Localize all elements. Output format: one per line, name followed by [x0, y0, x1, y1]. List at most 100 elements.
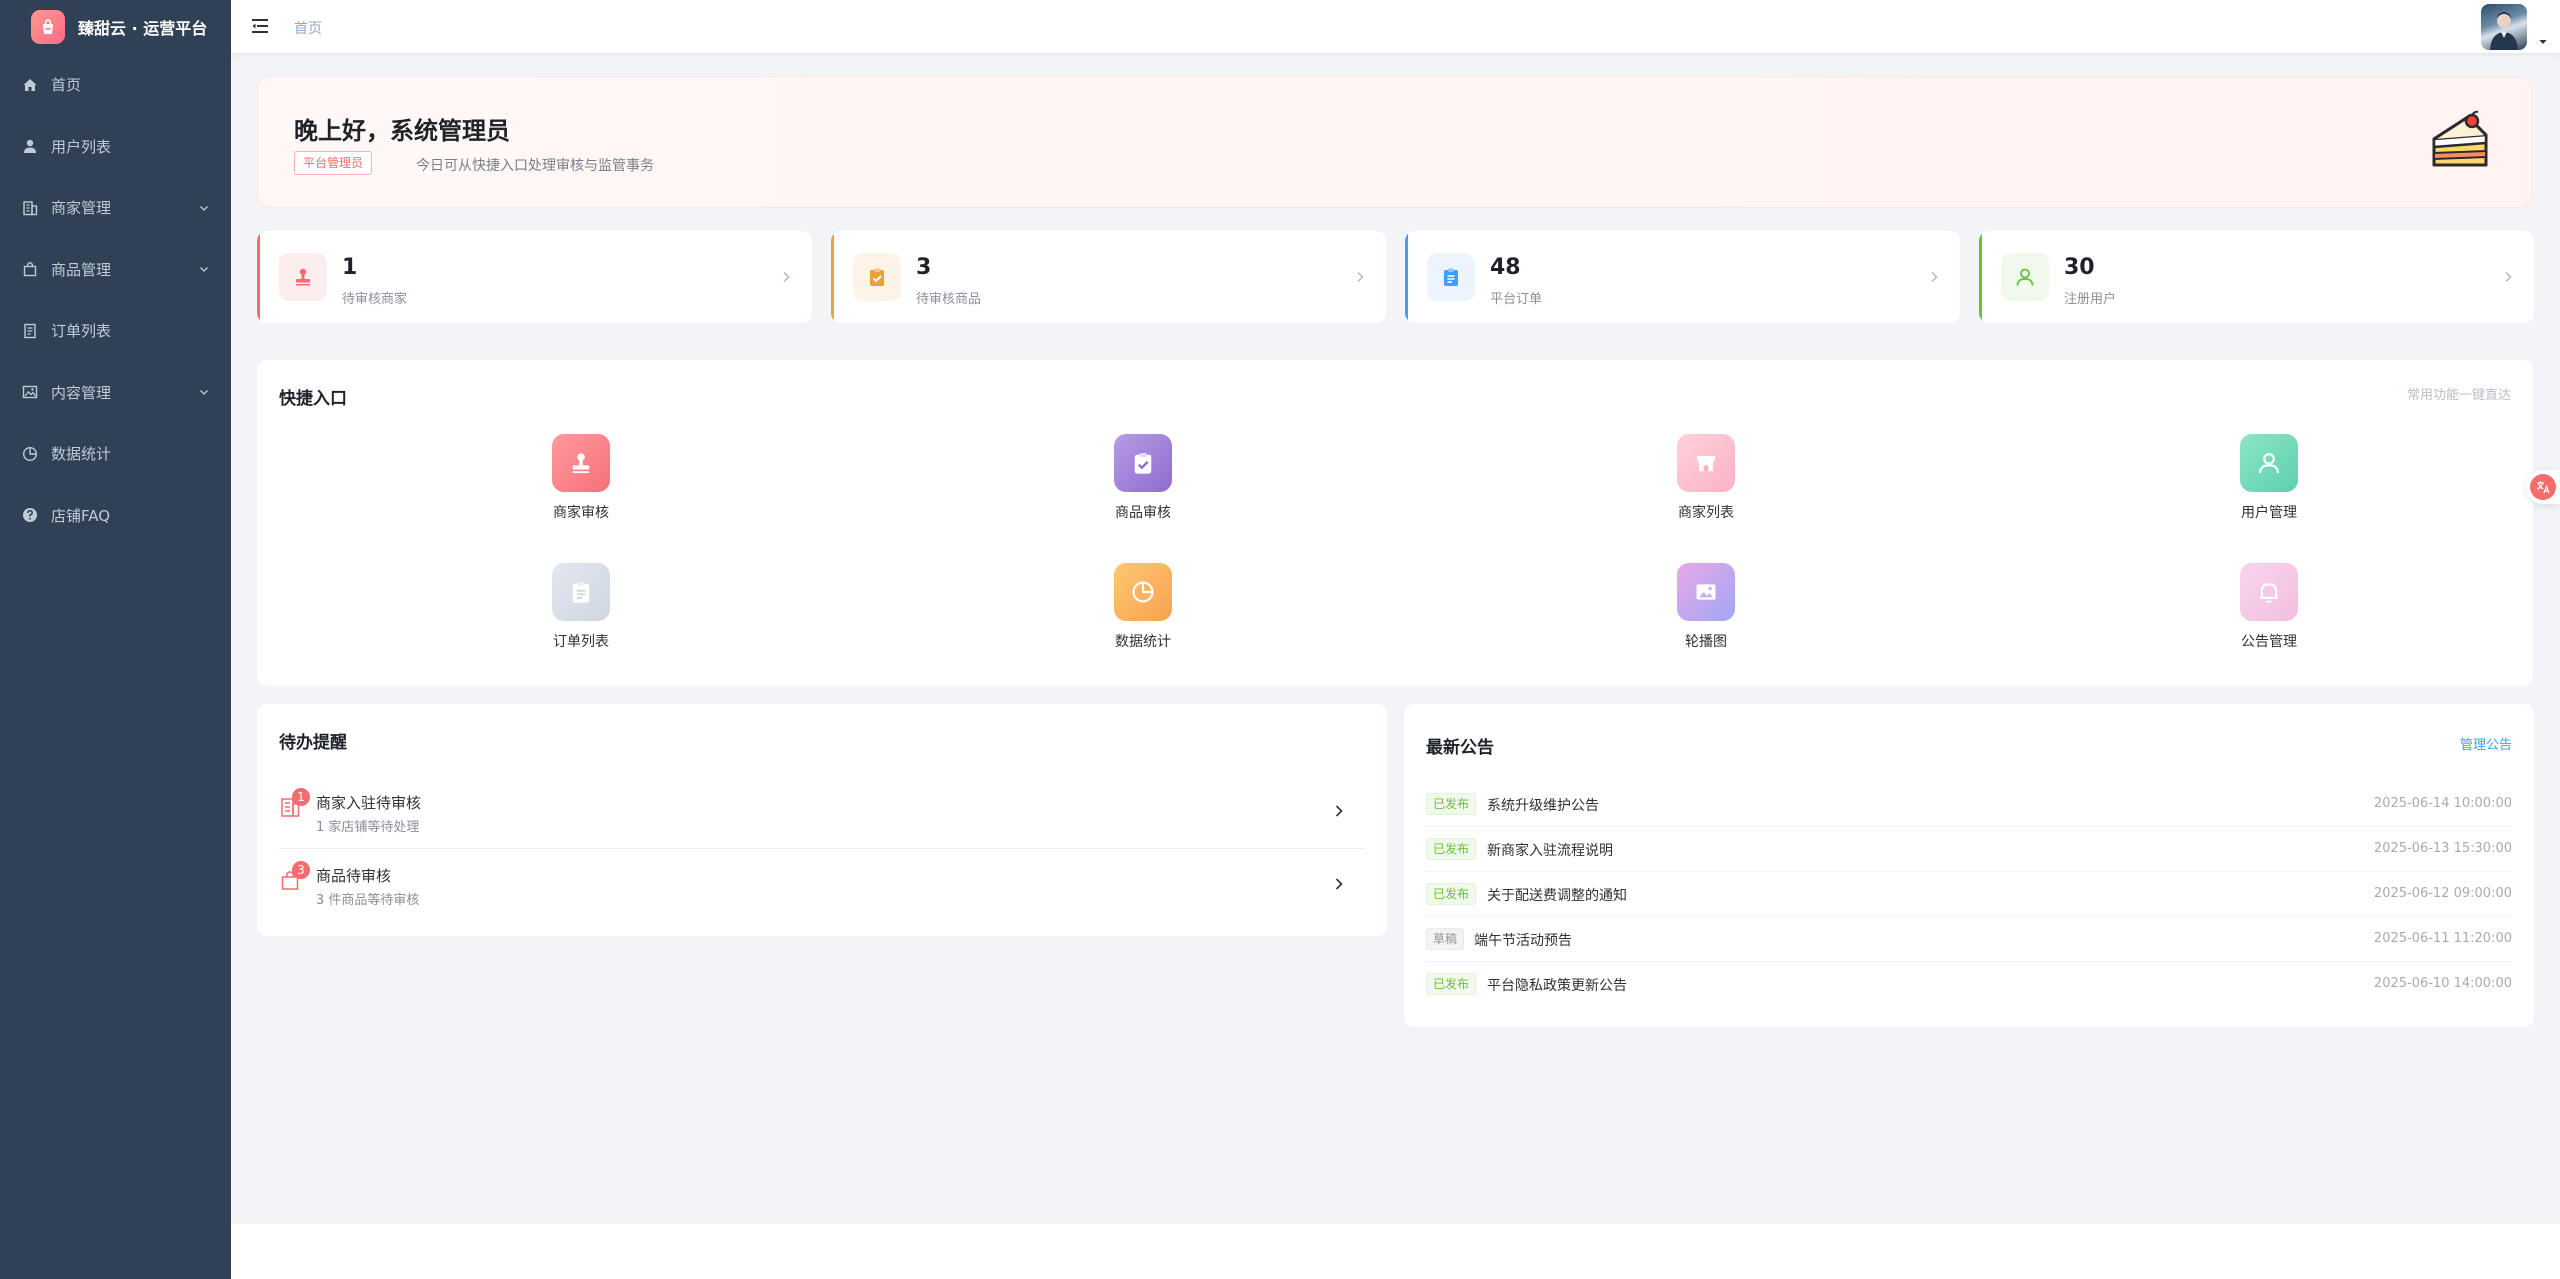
quick-item-carousel[interactable]: 轮播图: [1646, 563, 1766, 651]
todo-item-subtitle: 1 家店铺等待处理: [316, 820, 420, 835]
user-icon: [2240, 434, 2298, 492]
announcement-date: 2025-06-11 11:20:00: [2373, 931, 2512, 946]
question-icon: [21, 506, 39, 524]
chevron-right-icon: [1331, 803, 1347, 819]
stat-value: 48: [1490, 255, 1521, 280]
bell-icon: [2240, 563, 2298, 621]
welcome-banner: 晚上好，系统管理员 平台管理员 今日可从快捷入口处理审核与监管事务: [257, 76, 2533, 208]
stat-accent-bar: [831, 231, 834, 323]
sidebar-item-orders[interactable]: 订单列表: [0, 300, 231, 362]
quick-item-label: 订单列表: [553, 634, 609, 650]
welcome-greeting: 晚上好，系统管理员: [294, 117, 510, 145]
todo-panel: 待办提醒 1 商家入驻待审核 1 家店铺等待处理 3 商品待审核 3 件商品等待…: [257, 704, 1387, 936]
clipboard-icon: [1427, 253, 1475, 301]
document-icon: [21, 322, 39, 340]
building-icon: [21, 199, 39, 217]
role-tag: 平台管理员: [294, 151, 373, 175]
stat-accent-bar: [257, 231, 260, 323]
stat-value: 1: [342, 255, 358, 280]
sidebar-item-content[interactable]: 内容管理: [0, 362, 231, 424]
quick-item-label: 商家审核: [553, 505, 609, 521]
stat-label: 待审核商品: [916, 292, 982, 307]
chevron-right-icon: [1331, 876, 1347, 892]
translate-float-button[interactable]: [2526, 470, 2560, 504]
sidebar-item-label: 内容管理: [51, 383, 112, 402]
stat-value: 30: [2064, 255, 2095, 280]
stat-card-orders[interactable]: 48 平台订单: [1405, 231, 1960, 323]
cake-icon: [2428, 109, 2492, 173]
collapse-menu-icon[interactable]: [250, 16, 270, 36]
quick-item-user-management[interactable]: 用户管理: [2209, 434, 2329, 522]
announcement-date: 2025-06-13 15:30:00: [2373, 841, 2512, 856]
home-icon: [21, 76, 39, 94]
sidebar-item-statistics[interactable]: 数据统计: [0, 423, 231, 485]
chevron-right-icon: [2500, 269, 2516, 285]
sidebar-item-merchant[interactable]: 商家管理: [0, 177, 231, 239]
sidebar-item-home[interactable]: 首页: [0, 54, 231, 116]
breadcrumb[interactable]: 首页: [294, 18, 322, 38]
todo-item-product[interactable]: 3 商品待审核 3 件商品等待审核: [279, 849, 1365, 921]
quick-item-statistics[interactable]: 数据统计: [1083, 563, 1203, 651]
todo-item-merchant[interactable]: 1 商家入驻待审核 1 家店铺等待处理: [279, 776, 1365, 848]
chevron-right-icon: [778, 269, 794, 285]
quick-item-merchant-review[interactable]: 商家审核: [521, 434, 641, 522]
announcement-row[interactable]: 已发布 关于配送费调整的通知 2025-06-12 09:00:00: [1426, 872, 2512, 917]
caret-down-icon[interactable]: [2538, 32, 2548, 44]
quick-item-order-list[interactable]: 订单列表: [521, 563, 641, 651]
chevron-down-icon: [198, 202, 210, 214]
stat-value: 3: [916, 255, 932, 280]
status-badge: 已发布: [1426, 793, 1477, 815]
sidebar-item-user-list[interactable]: 用户列表: [0, 116, 231, 178]
manage-announcements-link[interactable]: 管理公告: [2460, 734, 2512, 753]
sidebar-item-product[interactable]: 商品管理: [0, 239, 231, 301]
sidebar-item-label: 用户列表: [51, 137, 112, 156]
quick-entry-panel: 快捷入口 常用功能一键直达 商家审核 商品审核 商家列表 用户管理 订单列表 数…: [257, 360, 2533, 686]
quick-item-label: 商家列表: [1678, 505, 1734, 521]
avatar[interactable]: [2481, 4, 2527, 50]
quick-item-merchant-list[interactable]: 商家列表: [1646, 434, 1766, 522]
announcement-row[interactable]: 已发布 新商家入驻流程说明 2025-06-13 15:30:00: [1426, 827, 2512, 872]
sidebar: 臻甜云 · 运营平台 首页 用户列表 商家管理 商品管理 订单列表 内容管理 数…: [0, 0, 231, 1279]
sidebar-item-label: 首页: [51, 76, 82, 95]
stat-label: 待审核商家: [342, 292, 408, 307]
announcement-row[interactable]: 已发布 系统升级维护公告 2025-06-14 10:00:00: [1426, 782, 2512, 827]
brand[interactable]: 臻甜云 · 运营平台: [0, 0, 231, 54]
clipboard-icon: [552, 563, 610, 621]
quick-entry-title: 快捷入口: [279, 389, 347, 409]
announcement-item-title: 新商家入驻流程说明: [1487, 843, 1613, 859]
stat-card-pending-products[interactable]: 3 待审核商品: [831, 231, 1386, 323]
announcement-item-title: 端午节活动预告: [1474, 933, 1572, 949]
announcement-row[interactable]: 已发布 平台隐私政策更新公告 2025-06-10 14:00:00: [1426, 962, 2512, 1007]
status-badge: 已发布: [1426, 973, 1477, 995]
user-icon: [21, 137, 39, 155]
stat-card-pending-merchants[interactable]: 1 待审核商家: [257, 231, 812, 323]
stamp-icon: [279, 253, 327, 301]
sidebar-item-label: 商品管理: [51, 260, 112, 279]
quick-item-label: 用户管理: [2241, 505, 2297, 521]
announcement-item-title: 平台隐私政策更新公告: [1487, 978, 1627, 994]
footer: [231, 1224, 2560, 1279]
todo-badge: 1: [292, 788, 310, 806]
user-icon: [2001, 253, 2049, 301]
announcement-row[interactable]: 草稿 端午节活动预告 2025-06-11 11:20:00: [1426, 917, 2512, 962]
pie-chart-icon: [21, 445, 39, 463]
quick-item-announcement[interactable]: 公告管理: [2209, 563, 2329, 651]
todo-title: 待办提醒: [279, 733, 347, 753]
sidebar-item-label: 数据统计: [51, 445, 112, 464]
chevron-down-icon: [198, 263, 210, 275]
announcement-panel: 最新公告 管理公告 已发布 系统升级维护公告 2025-06-14 10:00:…: [1404, 704, 2534, 1027]
todo-item-subtitle: 3 件商品等待审核: [316, 893, 420, 908]
sidebar-item-label: 订单列表: [51, 322, 112, 341]
announcement-date: 2025-06-12 09:00:00: [2373, 886, 2512, 901]
quick-item-label: 轮播图: [1685, 634, 1727, 650]
status-badge: 已发布: [1426, 838, 1477, 860]
stamp-icon: [552, 434, 610, 492]
clipboard-check-icon: [853, 253, 901, 301]
quick-item-product-review[interactable]: 商品审核: [1083, 434, 1203, 522]
announcement-date: 2025-06-14 10:00:00: [2373, 796, 2512, 811]
todo-item-title: 商家入驻待审核: [316, 794, 422, 812]
sidebar-item-faq[interactable]: 店铺FAQ: [0, 485, 231, 547]
stat-card-users[interactable]: 30 注册用户: [1979, 231, 2534, 323]
brand-title: 臻甜云 · 运营平台: [78, 19, 208, 38]
bag-icon: [21, 260, 39, 278]
